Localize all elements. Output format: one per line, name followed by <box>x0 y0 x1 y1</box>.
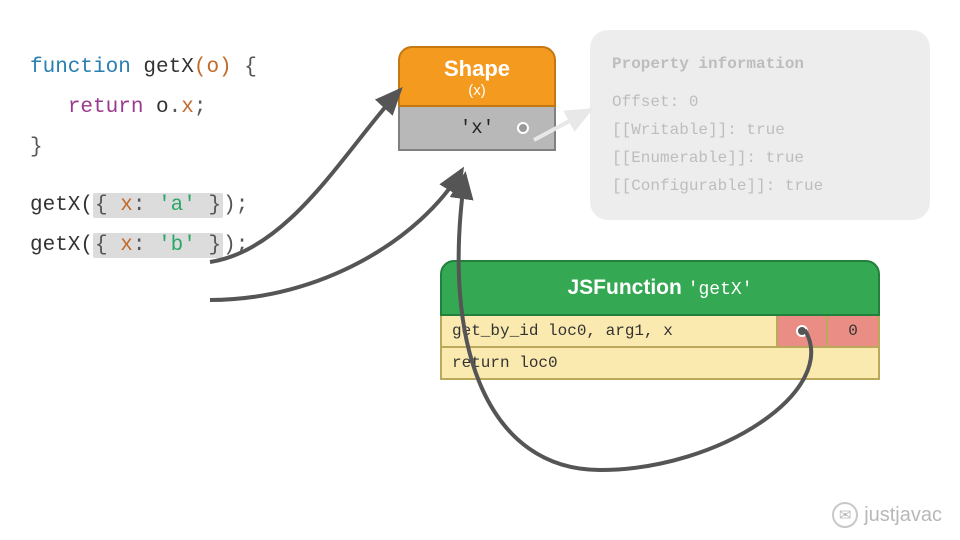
jsfunction-label: JSFunction <box>568 276 682 299</box>
code-line-1: function getX(o) { <box>30 48 257 88</box>
code-line-3: } <box>30 128 257 168</box>
jsfunction-name: 'getX' <box>688 280 753 300</box>
shape-property-name: 'x' <box>460 117 494 139</box>
property-info-writable: [[Writable]]: true <box>612 116 908 144</box>
keyword-return: return <box>68 96 144 119</box>
shape-title: Shape <box>400 56 554 82</box>
bytecode-instruction: return loc0 <box>442 348 878 378</box>
shape-property-cell: 'x' <box>398 107 556 151</box>
watermark: ✉ justjavac <box>832 502 942 528</box>
bytecode-instruction: get_by_id loc0, arg1, x <box>442 316 778 346</box>
bytecode-row-1: get_by_id loc0, arg1, x 0 <box>440 316 880 348</box>
bytecode-row-2: return loc0 <box>440 348 880 380</box>
property-info-enumerable: [[Enumerable]]: true <box>612 144 908 172</box>
property-info-offset: Offset: 0 <box>612 88 908 116</box>
shape-subtitle: (x) <box>400 82 554 99</box>
shape-box: Shape (x) 'x' <box>398 46 556 151</box>
pointer-dot-icon <box>796 325 808 337</box>
shape-header: Shape (x) <box>398 46 556 107</box>
wechat-icon: ✉ <box>832 502 858 528</box>
inline-cache-value: 0 <box>828 316 878 346</box>
watermark-text: justjavac <box>864 504 942 527</box>
code-line-2: return o.x; <box>30 88 257 128</box>
code-line-call2: getX({ x: 'b' }); <box>30 226 257 266</box>
property-info-box: Property information Offset: 0 [[Writabl… <box>590 30 930 220</box>
property-info-title: Property information <box>612 50 908 78</box>
property-info-configurable: [[Configurable]]: true <box>612 172 908 200</box>
jsfunction-header: JSFunction 'getX' <box>440 260 880 316</box>
inline-cache-slot <box>778 316 828 346</box>
keyword-function: function <box>30 56 131 79</box>
code-line-call1: getX({ x: 'a' }); <box>30 186 257 226</box>
pointer-dot-icon <box>517 122 529 134</box>
code-snippet: function getX(o) { return o.x; } getX({ … <box>30 48 257 265</box>
jsfunction-box: JSFunction 'getX' get_by_id loc0, arg1, … <box>440 260 880 380</box>
